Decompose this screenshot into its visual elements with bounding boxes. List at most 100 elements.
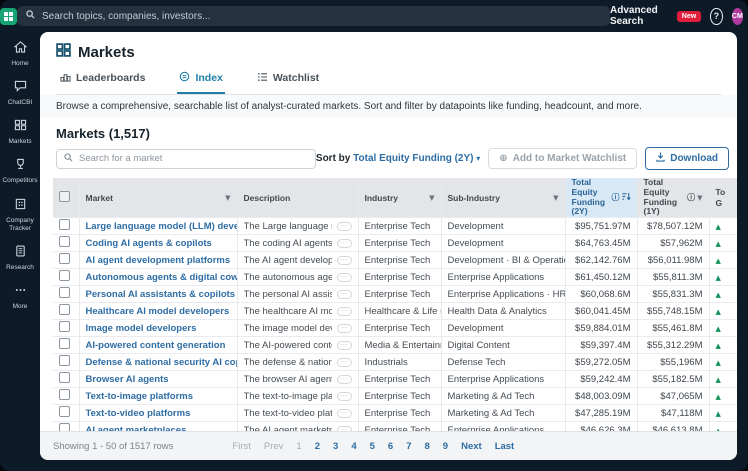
row-checkbox[interactable] (53, 405, 79, 422)
column-header-growth[interactable]: ToG (709, 178, 737, 218)
row-checkbox[interactable] (53, 269, 79, 286)
market-link[interactable]: AI agent marketplaces (86, 425, 187, 431)
user-avatar[interactable]: CM (732, 8, 744, 25)
sidebar-item-research[interactable]: Research (0, 244, 40, 272)
info-icon[interactable]: ⓘ (612, 192, 620, 203)
sidebar-item-chatcbi[interactable]: ChatCBI (0, 79, 40, 107)
pagination-page-4[interactable]: 4 (351, 441, 356, 452)
column-header-market[interactable]: Market▼ (79, 178, 237, 218)
row-checkbox[interactable] (53, 337, 79, 354)
column-header-description[interactable]: Description (237, 178, 358, 218)
pagination-page-3[interactable]: 3 (333, 441, 338, 452)
building-icon (14, 197, 27, 215)
tab-index[interactable]: Index (177, 71, 224, 94)
expand-ellipsis-button[interactable]: ··· (337, 375, 352, 384)
expand-ellipsis-button[interactable]: ··· (337, 273, 352, 282)
row-checkbox[interactable] (53, 320, 79, 337)
expand-ellipsis-button[interactable]: ··· (337, 239, 352, 248)
market-link[interactable]: Healthcare AI model developers (86, 306, 230, 317)
expand-ellipsis-button[interactable]: ··· (337, 324, 352, 333)
tef-1y-cell: $55,182.5M (637, 371, 709, 388)
sidebar-item-more[interactable]: More (0, 283, 40, 311)
sort-desc-icon[interactable] (622, 192, 631, 203)
pagination-page-2[interactable]: 2 (315, 441, 320, 452)
tef-1y-cell: $78,507.12M (637, 218, 709, 235)
pagination-page-1[interactable]: 1 (296, 441, 301, 452)
sort-by-dropdown[interactable]: Sort by Total Equity Funding (2Y) ▾ (316, 153, 480, 164)
markets-table: Market▼ Description Industry▼ Sub-Indust… (53, 178, 737, 431)
download-button[interactable]: Download (645, 147, 729, 170)
row-checkbox[interactable] (53, 354, 79, 371)
expand-ellipsis-button[interactable]: ··· (337, 222, 352, 231)
tef-2y-cell: $60,068.6M (565, 286, 637, 303)
market-link[interactable]: Large language model (LLM) developers (86, 221, 238, 232)
pagination-prev[interactable]: Prev (264, 441, 284, 452)
market-link[interactable]: AI-powered content generation (86, 340, 226, 351)
market-cell: Large language model (LLM) developers (79, 218, 237, 235)
tab-leaderboards[interactable]: Leaderboards (58, 71, 147, 94)
row-checkbox[interactable] (53, 286, 79, 303)
expand-ellipsis-button[interactable]: ··· (337, 341, 352, 350)
column-header-tef-2y[interactable]: Total Equity Funding (2Y) ⓘ (565, 178, 637, 218)
market-link[interactable]: Text-to-video platforms (86, 408, 191, 419)
market-search-input[interactable]: Search for a market (56, 149, 316, 169)
market-link[interactable]: Personal AI assistants & copilots (86, 289, 236, 300)
sub-industry-cell: Marketing & Ad Tech (441, 388, 565, 405)
up-triangle-icon: ▲ (716, 427, 721, 431)
advanced-search-link[interactable]: Advanced Search (610, 5, 668, 27)
global-search-input[interactable]: Search topics, companies, investors... (17, 6, 610, 26)
pagination-last[interactable]: Last (495, 441, 515, 452)
row-checkbox[interactable] (53, 303, 79, 320)
chevron-down-icon: ▾ (476, 154, 480, 163)
sidebar-item-home[interactable]: Home (0, 40, 40, 68)
tef-2y-cell: $46,626.3M (565, 422, 637, 431)
expand-ellipsis-button[interactable]: ··· (337, 290, 352, 299)
market-link[interactable]: Browser AI agents (86, 374, 169, 385)
add-to-watchlist-button[interactable]: ⊕ Add to Market Watchlist (488, 148, 637, 169)
row-checkbox[interactable] (53, 371, 79, 388)
pagination-page-6[interactable]: 6 (388, 441, 393, 452)
column-header-tef-1y[interactable]: Total Equity Funding (1Y) ⓘ▼ (637, 178, 709, 218)
up-triangle-icon: ▲ (716, 274, 721, 282)
row-checkbox[interactable] (53, 218, 79, 235)
row-checkbox[interactable] (53, 252, 79, 269)
tab-watchlist[interactable]: Watchlist (255, 71, 321, 94)
info-icon[interactable]: ⓘ (687, 192, 695, 203)
help-icon[interactable]: ? (710, 8, 722, 25)
description-cell: The autonomous agents & digital··· (237, 269, 358, 286)
cbinsights-logo[interactable] (0, 8, 17, 25)
market-link[interactable]: Text-to-image platforms (86, 391, 194, 402)
expand-ellipsis-button[interactable]: ··· (337, 409, 352, 418)
row-checkbox[interactable] (53, 388, 79, 405)
pagination-page-5[interactable]: 5 (370, 441, 375, 452)
sidebar-item-markets[interactable]: Markets (0, 118, 40, 146)
sidebar-item-company-tracker[interactable]: Company Tracker (0, 197, 40, 233)
market-link[interactable]: Defense & national security AI copilots (86, 357, 238, 368)
expand-ellipsis-button[interactable]: ··· (337, 256, 352, 265)
row-checkbox[interactable] (53, 422, 79, 431)
pagination-page-8[interactable]: 8 (425, 441, 430, 452)
market-link[interactable]: AI agent development platforms (86, 255, 231, 266)
description-cell: The text-to-image platforms market··· (237, 388, 358, 405)
market-link[interactable]: Image model developers (86, 323, 197, 334)
pagination-first[interactable]: First (232, 441, 250, 452)
market-link[interactable]: Coding AI agents & copilots (86, 238, 212, 249)
expand-ellipsis-button[interactable]: ··· (337, 392, 352, 401)
pagination-next[interactable]: Next (461, 441, 482, 452)
side-nav: Home ChatCBI Markets Competitors Company… (0, 32, 40, 471)
pagination-page-9[interactable]: 9 (443, 441, 448, 452)
expand-ellipsis-button[interactable]: ··· (337, 307, 352, 316)
sidebar-item-competitors[interactable]: Competitors (0, 157, 40, 185)
row-checkbox[interactable] (53, 235, 79, 252)
sort-arrow-icon[interactable]: ▼ (697, 194, 702, 202)
pagination-page-7[interactable]: 7 (406, 441, 411, 452)
table-row: Text-to-video platforms The text-to-vide… (53, 405, 737, 422)
growth-cell: ▲ (709, 218, 737, 235)
expand-ellipsis-button[interactable]: ··· (337, 358, 352, 367)
column-header-sub-industry[interactable]: Sub-Industry▼ (441, 178, 565, 218)
column-header-industry[interactable]: Industry▼ (358, 178, 441, 218)
select-all-checkbox[interactable] (53, 178, 79, 218)
market-link[interactable]: Autonomous agents & digital coworkers (86, 272, 238, 283)
expand-ellipsis-button[interactable]: ··· (337, 426, 352, 431)
industry-cell: Enterprise Tech (358, 218, 441, 235)
